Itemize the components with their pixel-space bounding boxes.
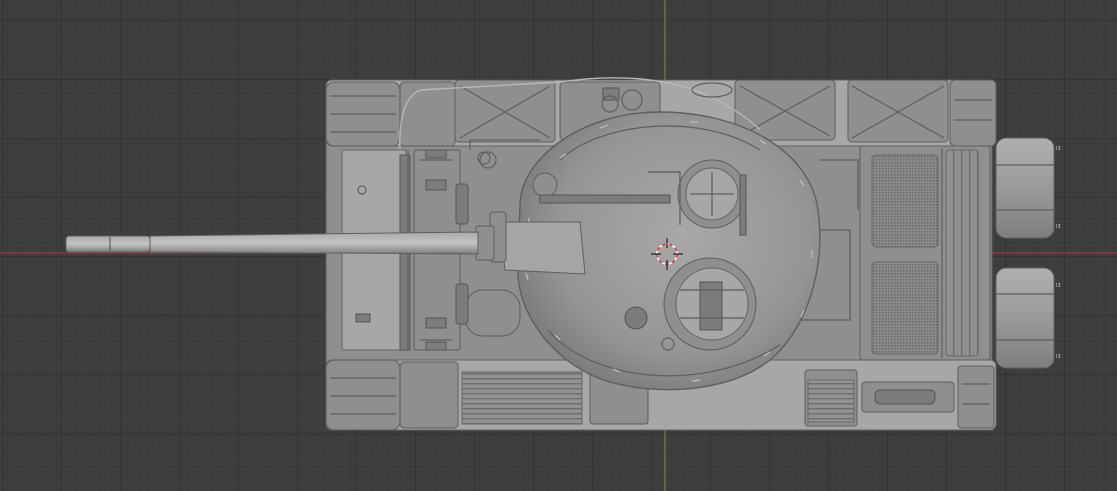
svg-text:I3: I3 — [1056, 354, 1061, 360]
svg-text:I3: I3 — [1056, 224, 1061, 230]
3d-viewport[interactable]: I3 I3 I3 I3 — [0, 0, 1117, 491]
engine-deck — [859, 145, 991, 361]
rear-fuel-drum-top: I3 I3 — [995, 137, 1061, 239]
rear-fuel-drum-bottom: I3 I3 — [995, 267, 1061, 369]
tank-model[interactable]: I3 I3 I3 I3 — [65, 77, 1061, 431]
viewport-canvas[interactable]: I3 I3 I3 I3 — [0, 0, 1117, 491]
svg-text:I3: I3 — [1056, 283, 1061, 289]
svg-text:I3: I3 — [1056, 146, 1061, 152]
